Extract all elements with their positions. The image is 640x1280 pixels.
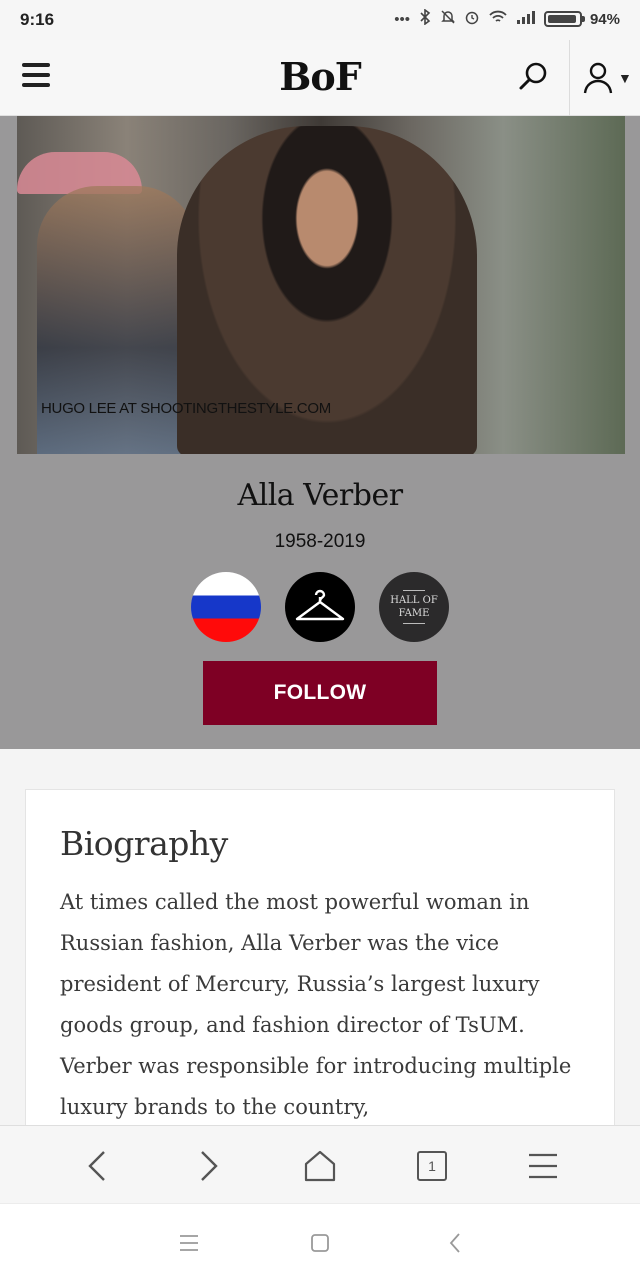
bluetooth-icon <box>418 8 432 29</box>
system-nav-bar <box>0 1203 640 1280</box>
home-icon[interactable] <box>298 1144 342 1188</box>
signal-icon <box>516 10 536 28</box>
user-icon <box>583 62 613 94</box>
biography-card: Biography At times called the most power… <box>25 789 615 1125</box>
browser-toolbar: 1 <box>0 1125 640 1203</box>
person-years: 1958-2019 <box>274 531 366 552</box>
profile-header: HUGO LEE AT SHOOTINGTHESTYLE.COM Alla Ve… <box>0 116 640 749</box>
system-back-icon[interactable] <box>440 1228 470 1258</box>
alarm-icon <box>464 9 480 29</box>
hall-of-fame-line2: FAME <box>398 608 430 619</box>
battery-percent: 94% <box>589 10 620 28</box>
menu-icon[interactable] <box>521 1144 565 1188</box>
content-area: Biography At times called the most power… <box>0 749 640 1125</box>
hall-of-fame-badge[interactable]: HALL OF FAME <box>379 572 449 642</box>
wifi-icon <box>488 9 508 29</box>
biography-title: Biography <box>60 824 228 863</box>
follow-button[interactable]: FOLLOW <box>203 661 437 725</box>
russia-flag-badge[interactable] <box>191 572 261 642</box>
tabs-icon[interactable]: 1 <box>410 1144 454 1188</box>
hall-of-fame-line1: HALL OF <box>390 595 438 606</box>
battery-icon <box>543 11 585 27</box>
back-icon[interactable] <box>75 1144 119 1188</box>
caret-down-icon: ▼ <box>618 70 632 86</box>
recents-icon[interactable] <box>174 1228 204 1258</box>
tab-count: 1 <box>417 1151 447 1181</box>
photo-credit: HUGO LEE AT SHOOTINGTHESTYLE.COM <box>41 400 331 417</box>
account-button[interactable]: ▼ <box>576 58 640 98</box>
status-bar: 9:16 ••• 94% <box>0 0 640 40</box>
biography-text: At times called the most powerful woman … <box>60 890 572 1119</box>
status-time: 9:16 <box>20 10 55 29</box>
status-icons: ••• 94% <box>394 8 620 29</box>
header-divider <box>569 40 570 116</box>
app-header: BoF ▼ <box>0 40 640 116</box>
badge-row: HALL OF FAME <box>0 572 640 642</box>
home-square-icon[interactable] <box>305 1228 335 1258</box>
mute-icon <box>440 9 456 29</box>
profile-photo: HUGO LEE AT SHOOTINGTHESTYLE.COM <box>17 116 625 454</box>
search-icon[interactable] <box>516 60 556 100</box>
hanger-icon[interactable] <box>285 572 355 642</box>
more-dots-icon: ••• <box>394 10 410 28</box>
person-name: Alla Verber <box>237 478 403 513</box>
battery-fill <box>547 15 577 23</box>
forward-icon[interactable] <box>187 1144 231 1188</box>
